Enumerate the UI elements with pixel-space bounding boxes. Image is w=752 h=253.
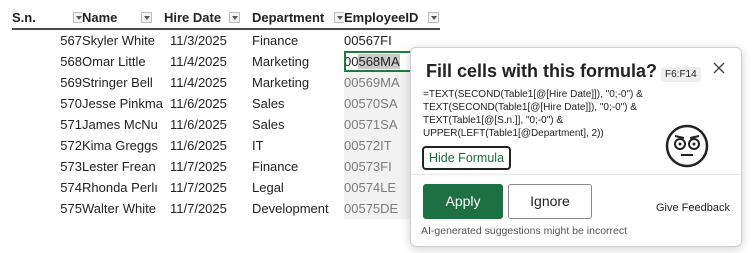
name-cell[interactable]: Lester Frean: [82, 156, 164, 177]
hire-date-cell[interactable]: 11/6/2025: [164, 114, 252, 135]
table-row: 575 Walter White 11/7/2025 Development 0…: [0, 198, 440, 219]
formula-line: TEXT(SECOND(Table1[@[Hire Date]]), "0;-0…: [423, 102, 637, 113]
formula-line: =TEXT(SECOND(Table1[@[Hire Date]]), "0;-…: [423, 89, 643, 100]
table-row: 567 Skyler White 11/3/2025 Finance 00567…: [0, 29, 440, 51]
table-row: 570 Jesse Pinkma 11/6/2025 Sales 00570SA: [0, 93, 440, 114]
department-cell[interactable]: Marketing: [252, 51, 344, 72]
filter-dropdown-icon[interactable]: [141, 12, 152, 23]
hire-date-cell[interactable]: 11/6/2025: [164, 135, 252, 156]
name-cell[interactable]: Omar Little: [82, 51, 164, 72]
hire-date-cell[interactable]: 11/7/2025: [164, 198, 252, 219]
employee-id-selected-text: 568MA: [358, 54, 400, 69]
formula-line: TEXT(Table1[@[S.n.]], "0;-0") &: [423, 115, 564, 126]
department-cell[interactable]: Finance: [252, 29, 344, 51]
name-cell[interactable]: James McNu: [82, 114, 164, 135]
hire-date-cell[interactable]: 11/3/2025: [164, 29, 252, 51]
popup-title: Fill cells with this formula?: [426, 61, 658, 81]
department-cell[interactable]: Marketing: [252, 72, 344, 93]
table-row: 568 Omar Little 11/4/2025 Marketing 0056…: [0, 51, 440, 72]
table-row: 571 James McNu 11/6/2025 Sales 00571SA: [0, 114, 440, 135]
range-badge: F6:F14: [661, 67, 701, 82]
employee-table: S.n. Name Hire Date Department EmployeeI…: [0, 6, 440, 219]
sn-cell[interactable]: 570: [12, 93, 82, 114]
close-icon[interactable]: [711, 60, 727, 76]
hire-date-cell[interactable]: 11/7/2025: [164, 156, 252, 177]
hide-formula-button[interactable]: Hide Formula: [422, 146, 512, 170]
header-department: Department: [252, 6, 344, 30]
sn-cell[interactable]: 568: [12, 51, 82, 72]
sn-cell[interactable]: 574: [12, 177, 82, 198]
give-feedback-link[interactable]: Give Feedback: [656, 202, 730, 214]
apply-button[interactable]: Apply: [423, 184, 503, 219]
header-sn: S.n.: [12, 6, 82, 30]
header-employee-id-label: EmployeeID: [344, 9, 419, 25]
employee-id-prefix: 00: [344, 54, 359, 69]
header-department-label: Department: [252, 9, 325, 25]
hire-date-cell[interactable]: 11/7/2025: [164, 177, 252, 198]
sn-cell[interactable]: 575: [12, 198, 82, 219]
filter-dropdown-icon[interactable]: [229, 12, 240, 23]
header-sn-label: S.n.: [12, 9, 36, 25]
name-cell[interactable]: Walter White: [82, 198, 164, 219]
department-cell[interactable]: IT: [252, 135, 344, 156]
sn-cell[interactable]: 573: [12, 156, 82, 177]
department-cell[interactable]: Finance: [252, 156, 344, 177]
sn-cell[interactable]: 569: [12, 72, 82, 93]
header-hire-date: Hire Date: [164, 6, 252, 30]
department-cell[interactable]: Development: [252, 198, 344, 219]
divider: [411, 174, 741, 175]
name-cell[interactable]: Skyler White: [82, 29, 164, 51]
formula-text: =TEXT(SECOND(Table1[@[Hire Date]]), "0;-…: [423, 88, 655, 140]
sn-cell[interactable]: 572: [12, 135, 82, 156]
name-cell[interactable]: Rhonda Perlı: [82, 177, 164, 198]
name-cell[interactable]: Jesse Pinkma: [82, 93, 164, 114]
filter-dropdown-icon[interactable]: [334, 12, 344, 23]
header-row: S.n. Name Hire Date Department EmployeeI…: [0, 6, 440, 30]
hire-date-cell[interactable]: 11/4/2025: [164, 72, 252, 93]
header-employee-id: EmployeeID: [344, 6, 440, 30]
hire-date-cell[interactable]: 11/6/2025: [164, 93, 252, 114]
formula-suggestion-popup: Fill cells with this formula? F6:F14 =TE…: [410, 47, 742, 247]
department-cell[interactable]: Sales: [252, 114, 344, 135]
ai-disclaimer: AI-generated suggestions might be incorr…: [421, 225, 628, 237]
header-name: Name: [82, 6, 164, 30]
header-name-label: Name: [82, 9, 118, 25]
name-cell[interactable]: Stringer Bell: [82, 72, 164, 93]
sn-cell[interactable]: 571: [12, 114, 82, 135]
header-hire-date-label: Hire Date: [164, 9, 222, 25]
table-row: 569 Stringer Bell 11/4/2025 Marketing 00…: [0, 72, 440, 93]
department-cell[interactable]: Legal: [252, 177, 344, 198]
department-cell[interactable]: Sales: [252, 93, 344, 114]
sn-cell[interactable]: 567: [12, 29, 82, 51]
filter-dropdown-icon[interactable]: [428, 12, 439, 23]
ignore-button[interactable]: Ignore: [508, 184, 592, 219]
face-icon: [665, 124, 709, 168]
table-row: 572 Kima Greggs 11/6/2025 IT 00572IT: [0, 135, 440, 156]
hire-date-cell[interactable]: 11/4/2025: [164, 51, 252, 72]
name-cell[interactable]: Kima Greggs: [82, 135, 164, 156]
filter-dropdown-icon[interactable]: [73, 12, 82, 23]
table-row: 574 Rhonda Perlı 11/7/2025 Legal 00574LE: [0, 177, 440, 198]
table-row: 573 Lester Frean 11/7/2025 Finance 00573…: [0, 156, 440, 177]
formula-line: UPPER(LEFT(Table1[@Department], 2)): [423, 128, 604, 139]
